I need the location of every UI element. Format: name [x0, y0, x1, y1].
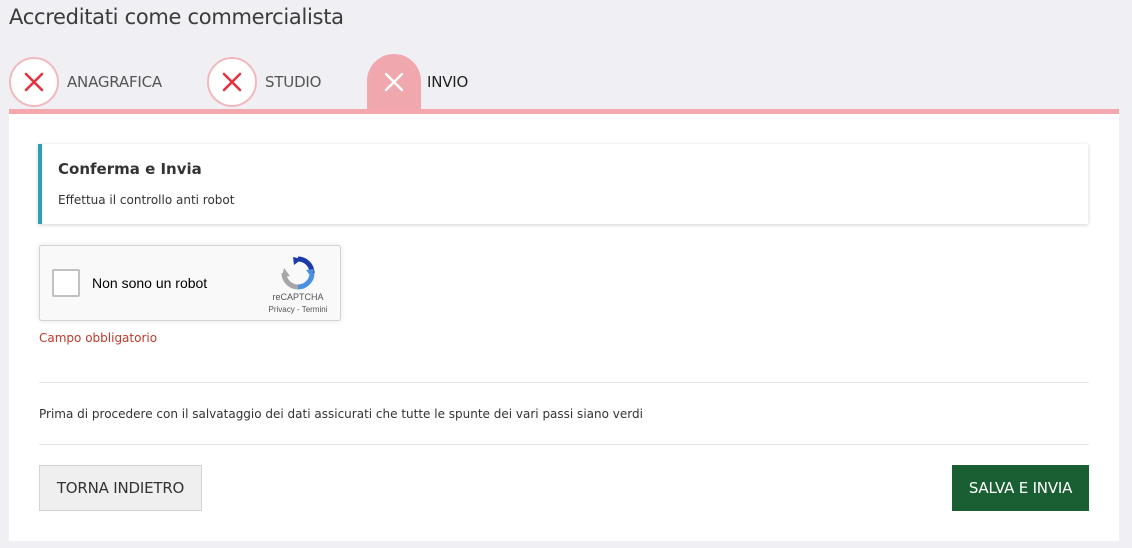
tab-label: ANAGRAFICA	[67, 73, 162, 91]
recaptcha-brand: reCAPTCHA	[272, 292, 324, 302]
close-icon	[207, 57, 257, 107]
info-box: Conferma e Invia Effettua il controllo a…	[38, 144, 1088, 224]
recaptcha-checkbox[interactable]	[52, 269, 80, 297]
main-panel: Conferma e Invia Effettua il controllo a…	[9, 114, 1119, 541]
close-icon	[367, 54, 421, 110]
recaptcha-links[interactable]: Privacy - Termini	[258, 305, 338, 314]
tab-studio[interactable]: STUDIO	[207, 54, 321, 110]
tab-invio[interactable]: INVIO	[367, 54, 468, 110]
divider	[39, 444, 1089, 445]
info-text: Effettua il controllo anti robot	[58, 193, 235, 207]
info-title: Conferma e Invia	[58, 160, 202, 178]
tab-label: STUDIO	[265, 73, 322, 91]
error-message: Campo obbligatorio	[39, 331, 158, 345]
recaptcha-label: Non sono un robot	[92, 275, 208, 291]
tab-anagrafica[interactable]: ANAGRAFICA	[9, 54, 162, 110]
step-tabs: ANAGRAFICA STUDIO INVIO	[9, 54, 1119, 112]
page-title: Accreditati come commercialista	[9, 5, 344, 29]
recaptcha-widget: Non sono un robot reCAPTCHA Privacy - Te…	[39, 245, 341, 321]
divider	[39, 382, 1089, 383]
recaptcha-logo-icon	[281, 256, 315, 290]
back-button[interactable]: TORNA INDIETRO	[39, 465, 202, 511]
close-icon	[9, 57, 59, 107]
note-text: Prima di procedere con il salvataggio de…	[39, 407, 643, 421]
save-and-send-button[interactable]: SALVA E INVIA	[952, 465, 1089, 511]
tab-label: INVIO	[427, 73, 469, 91]
